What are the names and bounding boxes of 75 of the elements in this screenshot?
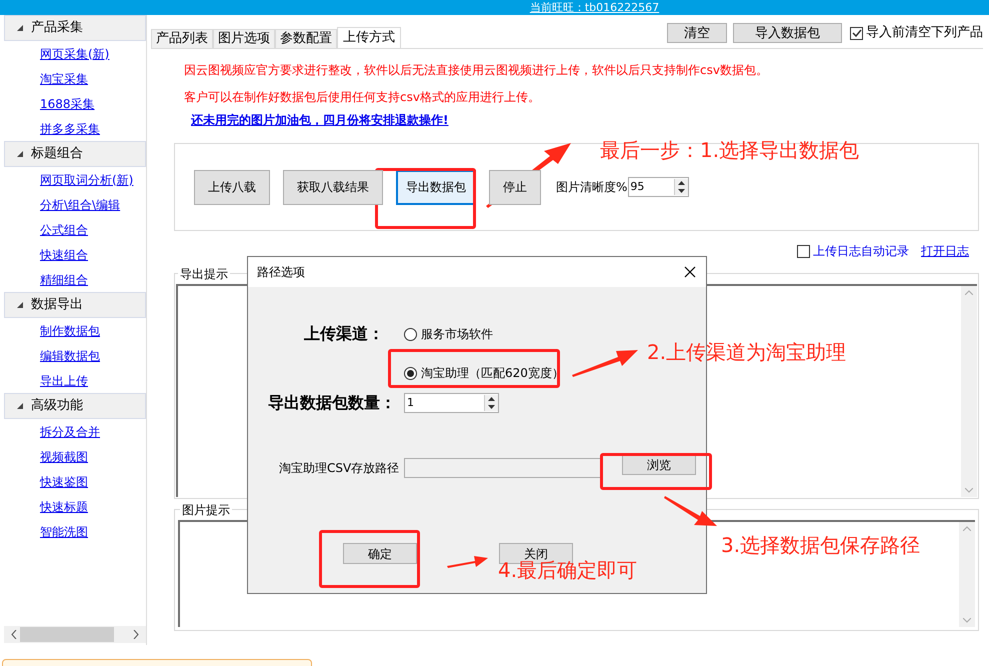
sidebar-link[interactable]: 网页采集(新) (40, 44, 110, 62)
count-label: 导出数据包数量： (267, 392, 397, 414)
close-icon[interactable] (684, 266, 696, 278)
clarity-field[interactable]: 95 (628, 177, 690, 197)
sidebar-link[interactable]: 快速组合 (40, 246, 88, 264)
checkbox[interactable] (797, 244, 810, 258)
action-button[interactable]: 停止 (489, 170, 541, 204)
toolbar-button[interactable]: 清空 (667, 23, 727, 43)
spinner-icon[interactable] (484, 395, 498, 411)
group-title: 图片提示 (180, 501, 232, 519)
tab[interactable]: 产品列表 (151, 29, 213, 48)
scrollbar-thumb[interactable] (20, 627, 114, 642)
sidebar-link[interactable]: 视频截图 (40, 448, 88, 466)
sidebar-link[interactable]: 快速标题 (40, 498, 88, 516)
sidebar-link[interactable]: 公式组合 (40, 220, 88, 238)
triangle-icon (17, 302, 23, 308)
action-button[interactable]: 导出数据包 (396, 170, 476, 204)
sidebar-link[interactable]: 1688采集 (40, 94, 95, 112)
sidebar-group-header[interactable]: 标题组合 (4, 141, 146, 167)
checkbox[interactable] (850, 26, 863, 40)
annotation-arrow (664, 495, 718, 527)
notice-text: 因云图视频应官方要求进行整改，软件以后无法直接使用云图视频进行上传，软件以后只支持制作csv数据包。 (184, 63, 769, 77)
triangle-icon (17, 403, 23, 409)
sidebar-link[interactable]: 智能洗图 (40, 522, 88, 540)
action-button[interactable]: 获取八载结果 (283, 170, 383, 204)
path-label: 淘宝助理CSV存放路径 (278, 460, 400, 477)
notice-text: 客户可以在制作好数据包后使用任何支持csv格式的应用进行上传。 (184, 90, 541, 104)
tab[interactable]: 上传方式 (337, 27, 401, 48)
ok-button[interactable]: 确定 (343, 543, 417, 564)
sidebar-link[interactable]: 淘宝采集 (40, 70, 88, 88)
sidebar-link[interactable]: 拼多多采集 (40, 120, 100, 138)
radio-label: 服务市场软件 (421, 326, 493, 343)
spinner-icon[interactable] (674, 179, 688, 195)
action-button[interactable]: 上传八载 (194, 170, 270, 204)
group-title: 高级功能 (31, 397, 83, 416)
count-field[interactable]: 1 (404, 393, 499, 413)
toolbar-button[interactable]: 导入数据包 (733, 23, 842, 43)
sidebar-link[interactable]: 编辑数据包 (40, 346, 100, 364)
radio-button[interactable] (404, 328, 417, 340)
sidebar-group-header[interactable]: 高级功能 (4, 393, 146, 419)
sidebar-group-header[interactable]: 数据导出 (4, 292, 146, 318)
tab[interactable]: 参数配置 (275, 29, 337, 48)
open-log-link[interactable]: 打开日志 (921, 242, 969, 260)
sidebar-link[interactable]: 导出上传 (40, 372, 88, 390)
checkbox-label: 上传日志自动记录 (813, 243, 909, 260)
triangle-icon (17, 25, 23, 31)
annotation-text: 3.选择数据包保存路径 (721, 535, 920, 555)
radio-label: 淘宝助理（匹配620宽度） (421, 365, 564, 382)
channel-label: 上传渠道： (303, 323, 384, 345)
sidebar-link[interactable]: 网页取词分析(新) (40, 170, 134, 188)
tab[interactable]: 图片选项 (213, 29, 275, 48)
horizontal-scrollbar[interactable] (4, 626, 146, 643)
scrollbar[interactable] (961, 286, 977, 497)
sidebar-link[interactable]: 制作数据包 (40, 322, 100, 340)
path-field[interactable] (404, 458, 601, 478)
notice-link[interactable]: 还未用完的图片加油包，四月份将安排退款操作! (191, 113, 448, 127)
annotation-arrow (572, 347, 639, 377)
group-title: 产品采集 (31, 19, 83, 38)
radio-button[interactable] (404, 366, 417, 380)
scrollbar[interactable] (959, 522, 975, 627)
annotation-arrow (447, 553, 489, 569)
clarity-label: 图片清晰度% (556, 179, 628, 196)
sidebar-link[interactable]: 分析\组合\编辑 (40, 196, 120, 214)
triangle-icon (17, 151, 23, 157)
browse-button[interactable]: 浏览 (622, 454, 696, 475)
sidebar-link[interactable]: 快速鉴图 (40, 472, 88, 490)
group-title: 数据导出 (31, 296, 83, 314)
sidebar-link[interactable]: 拆分及合并 (40, 422, 100, 440)
sidebar-group-header[interactable]: 产品采集 (4, 15, 146, 41)
checkbox-label: 导入前清空下列产品 (866, 24, 983, 42)
dialog-title: 路径选项 (257, 264, 305, 281)
sidebar-link[interactable]: 精细组合 (40, 270, 88, 288)
annotation-text: 最后一步：1.选择导出数据包 (600, 140, 860, 160)
group-title: 标题组合 (31, 145, 83, 164)
group-title: 导出提示 (178, 265, 230, 283)
